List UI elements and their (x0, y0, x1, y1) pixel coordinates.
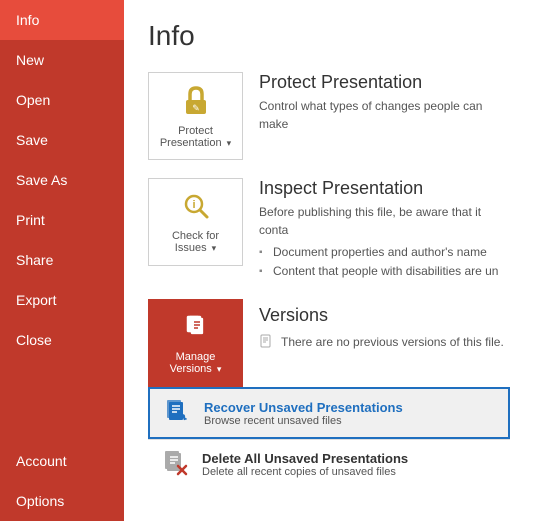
sidebar-item-save-as[interactable]: Save As (0, 160, 124, 200)
svg-text:✎: ✎ (192, 103, 200, 113)
sidebar-item-new[interactable]: New (0, 40, 124, 80)
protect-section: ✎ ProtectPresentation ▾ Protect Presenta… (148, 72, 510, 160)
main-content: Info ✎ ProtectPresentation ▾ Protect Pre… (124, 0, 534, 521)
sidebar-item-options[interactable]: Options (0, 481, 124, 521)
versions-icon (181, 312, 211, 347)
recover-icon (162, 397, 194, 429)
versions-section: ManageVersions ▾ Versions There are no p… (148, 299, 510, 488)
inspect-heading: Inspect Presentation (259, 178, 510, 199)
inspect-button[interactable]: i Check forIssues ▾ (148, 178, 243, 266)
sidebar-item-close[interactable]: Close (0, 320, 124, 360)
protect-label: ProtectPresentation ▾ (160, 125, 231, 149)
inspect-label: Check forIssues ▾ (172, 230, 219, 254)
recover-label: Recover Unsaved Presentations (204, 400, 403, 415)
page-title: Info (148, 20, 510, 52)
versions-header: ManageVersions ▾ Versions There are no p… (148, 299, 510, 387)
sidebar-item-print[interactable]: Print (0, 200, 124, 240)
versions-heading: Versions (259, 305, 504, 326)
inspect-description: Before publishing this file, be aware th… (259, 203, 510, 239)
recover-description: Browse recent unsaved files (204, 415, 403, 427)
versions-label: ManageVersions ▾ (170, 351, 222, 375)
delete-button[interactable]: Delete All Unsaved Presentations Delete … (148, 440, 510, 488)
versions-doc-icon (259, 334, 275, 350)
sidebar-item-export[interactable]: Export (0, 280, 124, 320)
delete-icon (160, 448, 192, 480)
inspect-bullet-2: Content that people with disabilities ar… (259, 262, 510, 281)
delete-text: Delete All Unsaved Presentations Delete … (202, 451, 408, 478)
sidebar-item-info[interactable]: Info (0, 0, 124, 40)
manage-versions-button[interactable]: ManageVersions ▾ (148, 299, 243, 387)
sidebar-item-account[interactable]: Account (0, 441, 124, 481)
sidebar-item-share[interactable]: Share (0, 240, 124, 280)
protect-description: Control what types of changes people can… (259, 97, 510, 133)
protect-text: Protect Presentation Control what types … (259, 72, 510, 133)
lock-icon: ✎ (181, 84, 211, 121)
sidebar-item-save[interactable]: Save (0, 120, 124, 160)
inspect-bullets: Document properties and author's name Co… (259, 243, 510, 281)
recover-text: Recover Unsaved Presentations Browse rec… (204, 400, 403, 427)
versions-text: Versions There are no previous versions … (259, 299, 504, 354)
inspect-section: i Check forIssues ▾ Inspect Presentation… (148, 178, 510, 281)
protect-heading: Protect Presentation (259, 72, 510, 93)
inspect-bullet-1: Document properties and author's name (259, 243, 510, 262)
protect-button[interactable]: ✎ ProtectPresentation ▾ (148, 72, 243, 160)
inspect-text: Inspect Presentation Before publishing t… (259, 178, 510, 281)
sidebar-item-open[interactable]: Open (0, 80, 124, 120)
delete-description: Delete all recent copies of unsaved file… (202, 466, 408, 478)
delete-label: Delete All Unsaved Presentations (202, 451, 408, 466)
inspect-icon: i (181, 191, 211, 226)
recover-button[interactable]: Recover Unsaved Presentations Browse rec… (148, 387, 510, 439)
svg-text:i: i (192, 199, 195, 211)
no-versions-text: There are no previous versions of this f… (281, 335, 504, 349)
sidebar: Info New Open Save Save As Print Share E… (0, 0, 124, 521)
